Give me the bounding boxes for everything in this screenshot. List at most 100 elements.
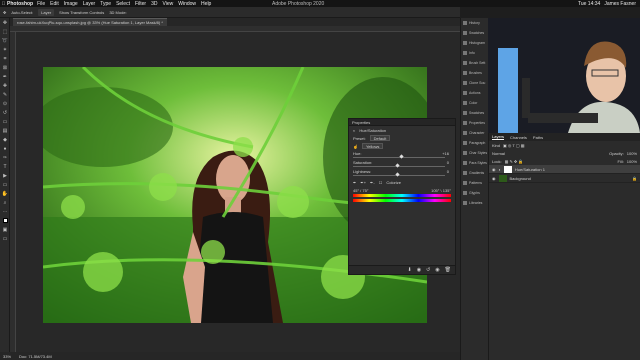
tab-channels[interactable]: Channels [510, 135, 527, 140]
brush-icon[interactable]: ✎ [0, 90, 10, 99]
opacity-value[interactable]: 100% [627, 151, 637, 156]
menu-filter[interactable]: Filter [135, 1, 146, 7]
pen-icon[interactable]: ✑ [0, 153, 10, 162]
dock-info[interactable]: Info [461, 48, 488, 58]
dock-properties[interactable]: Properties [461, 118, 488, 128]
layer-thumbnail[interactable] [498, 174, 507, 182]
saturation-slider[interactable]: Saturation: 0 [353, 160, 451, 168]
layer-name[interactable]: Background [510, 176, 531, 181]
hue-value[interactable]: +16 [442, 151, 449, 156]
eye-icon[interactable]: ◉ [492, 167, 496, 172]
zoom-icon[interactable]: ⌕ [0, 198, 10, 207]
reset-icon[interactable]: ↺ [426, 267, 430, 273]
dock-swatches-2[interactable]: Swatches [461, 108, 488, 118]
view-previous-icon[interactable]: ◉ [417, 267, 421, 273]
menu-help[interactable]: Help [201, 1, 211, 7]
eyedropper-add-icon[interactable]: ✒+ [360, 180, 366, 185]
dock-swatches[interactable]: Swatches [461, 28, 488, 38]
dock-brush-settings[interactable]: Brush Sett [461, 58, 488, 68]
lightness-slider[interactable]: Lightness: 0 [353, 169, 451, 177]
frame-icon[interactable]: ⊠ [0, 63, 10, 72]
dock-patterns[interactable]: Patterns [461, 178, 488, 188]
lock-icons[interactable]: ▦ ✎ ✥ 🔒 [505, 159, 524, 164]
dock-actions[interactable]: Actions [461, 88, 488, 98]
menu-3d[interactable]: 3D [151, 1, 157, 7]
auto-select-label[interactable]: Auto-Select: [11, 10, 33, 15]
layer-name[interactable]: Hue/Saturation 1 [515, 167, 545, 172]
quick-select-icon[interactable]: ✶ [0, 45, 10, 54]
channel-select[interactable]: Yellows [361, 143, 384, 149]
menu-image[interactable]: Image [64, 1, 78, 7]
dock-histogram[interactable]: Histogram [461, 38, 488, 48]
hand-icon[interactable]: ✋ [0, 189, 10, 198]
hue-track[interactable] [353, 157, 445, 158]
saturation-track[interactable] [353, 166, 445, 167]
lock-icon[interactable]: 🔒 [632, 176, 637, 181]
tab-paths[interactable]: Paths [533, 135, 543, 140]
menu-view[interactable]: View [163, 1, 174, 7]
filter-kind-select[interactable]: Kind [492, 143, 500, 148]
user-name[interactable]: James Fasner [604, 1, 636, 7]
move-icon[interactable]: ✥ [0, 18, 10, 27]
layer-row[interactable]: ◉ Background 🔒 [489, 174, 640, 183]
menu-select[interactable]: Select [116, 1, 130, 7]
eyedropper-icon[interactable]: ✒ [0, 72, 10, 81]
gradient-icon[interactable]: ▤ [0, 126, 10, 135]
layer-row[interactable]: ◉ ◐ Hue/Saturation 1 [489, 165, 640, 174]
dock-para-styles[interactable]: Para Styles [461, 158, 488, 168]
eye-icon[interactable]: ◉ [492, 176, 496, 181]
blend-mode-select[interactable]: Normal [492, 151, 505, 156]
history-brush-icon[interactable]: ↺ [0, 108, 10, 117]
filter-icons[interactable]: ▣ ◎ T ▢ ▦ [503, 143, 525, 148]
screen-mode-icon[interactable]: ▭ [0, 234, 10, 243]
menu-type[interactable]: Type [100, 1, 111, 7]
eyedropper-icon[interactable]: ✒ [353, 180, 356, 185]
move-tool-icon[interactable]: ✥ [3, 10, 6, 15]
eraser-icon[interactable]: ▭ [0, 117, 10, 126]
clone-stamp-icon[interactable]: ⊙ [0, 99, 10, 108]
path-select-icon[interactable]: ▶ [0, 171, 10, 180]
lightness-track[interactable] [353, 175, 445, 176]
lightness-value[interactable]: 0 [447, 169, 449, 174]
visibility-icon[interactable]: ◉ [435, 267, 439, 273]
tab-layers[interactable]: Layers [492, 134, 505, 140]
dock-gradients[interactable]: Gradients [461, 168, 488, 178]
menu-edit[interactable]: Edit [50, 1, 59, 7]
dock-color[interactable]: Color [461, 98, 488, 108]
menu-layer[interactable]: Layer [83, 1, 96, 7]
menu-app-name[interactable]: Photoshop [7, 1, 33, 7]
dock-history[interactable]: History [461, 18, 488, 28]
colorize-checkbox[interactable]: ☐ [379, 180, 383, 185]
marquee-icon[interactable]: ⬚ [0, 27, 10, 36]
more-tools-icon[interactable]: ⋯ [0, 207, 10, 216]
layer-mask-thumbnail[interactable] [503, 165, 512, 173]
eyedropper-subtract-icon[interactable]: ✒- [370, 180, 375, 185]
lasso-icon[interactable]: ➰ [0, 36, 10, 45]
blur-icon[interactable]: ◆ [0, 135, 10, 144]
type-icon[interactable]: T [0, 162, 10, 171]
crop-icon[interactable]: ⌗ [0, 54, 10, 63]
dock-clone-source[interactable]: Clone Sou [461, 78, 488, 88]
transform-controls-checkbox[interactable]: Show Transform Controls [59, 10, 104, 15]
zoom-level[interactable]: 33% [3, 354, 11, 359]
dock-char-styles[interactable]: Char Styles [461, 148, 488, 158]
color-swatches-icon[interactable] [0, 216, 10, 225]
dock-brushes[interactable]: Brushes [461, 68, 488, 78]
dodge-icon[interactable]: ● [0, 144, 10, 153]
hand-target-icon[interactable]: ☝ [353, 144, 358, 149]
shape-icon[interactable]: ▭ [0, 180, 10, 189]
fill-value[interactable]: 100% [627, 159, 637, 164]
delete-icon[interactable]: 🗑 [445, 267, 451, 273]
saturation-value[interactable]: 0 [447, 160, 449, 165]
dock-paragraph[interactable]: Paragraph [461, 138, 488, 148]
output-spectrum[interactable] [353, 199, 451, 202]
auto-select-dropdown[interactable]: Layer [38, 8, 55, 16]
clip-icon[interactable]: ⬇ [407, 267, 411, 273]
menu-file[interactable]: File [37, 1, 45, 7]
dock-glyphs[interactable]: Glyphs [461, 188, 488, 198]
quick-mask-icon[interactable]: ▣ [0, 225, 10, 234]
properties-header[interactable]: Properties [349, 119, 455, 126]
healing-brush-icon[interactable]: ✚ [0, 81, 10, 90]
dock-libraries[interactable]: Libraries [461, 198, 488, 208]
document-info[interactable]: Doc: 71.5M/73.4M [19, 354, 52, 359]
